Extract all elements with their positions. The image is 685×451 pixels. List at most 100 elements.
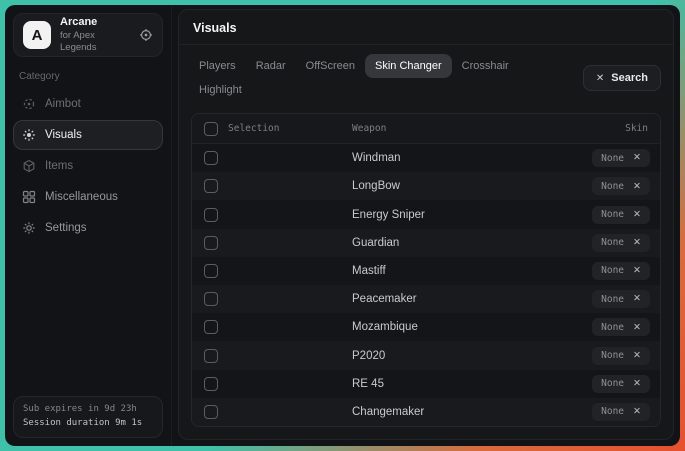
weapon-name: RE 45	[352, 378, 570, 390]
row-checkbox[interactable]	[204, 292, 218, 306]
row-checkbox[interactable]	[204, 236, 218, 250]
skin-value: None	[601, 153, 624, 164]
row-checkbox[interactable]	[204, 151, 218, 165]
weapon-name: Changemaker	[352, 406, 570, 418]
table-row-longbow[interactable]: LongBow None ✕	[192, 172, 660, 200]
clear-skin-icon[interactable]: ✕	[633, 210, 641, 220]
row-checkbox[interactable]	[204, 349, 218, 363]
skin-badge[interactable]: None ✕	[592, 149, 650, 167]
skin-value: None	[601, 265, 624, 276]
table-row-changemaker[interactable]: Changemaker None ✕	[192, 398, 660, 426]
brand-card: A Arcane for Apex Legends	[13, 13, 163, 57]
tab-bar: PlayersRadarOffScreenSkin ChangerCrossha…	[179, 45, 673, 111]
tab-radar[interactable]: Radar	[246, 54, 296, 78]
app-logo: A	[23, 21, 51, 49]
tab-skin-changer[interactable]: Skin Changer	[365, 54, 452, 78]
table-row-mozambique[interactable]: Mozambique None ✕	[192, 313, 660, 341]
tab-crosshair[interactable]: Crosshair	[452, 54, 519, 78]
clear-skin-icon[interactable]: ✕	[633, 153, 641, 163]
app-window: A Arcane for Apex Legends Category Aimbo…	[5, 5, 680, 446]
skin-badge[interactable]: None ✕	[592, 403, 650, 421]
select-all-checkbox[interactable]	[204, 122, 218, 136]
table-body: Windman None ✕ LongBow None ✕ Energy Sni…	[192, 144, 660, 426]
crosshair-icon	[22, 97, 36, 111]
app-title: Arcane	[60, 16, 130, 30]
settings-icon[interactable]	[139, 28, 153, 42]
eye-icon	[22, 128, 36, 142]
weapon-name: Peacemaker	[352, 293, 570, 305]
clear-skin-icon[interactable]: ✕	[633, 294, 641, 304]
skin-changer-table: Selection Weapon Skin Windman None ✕ Lon…	[191, 113, 661, 427]
row-checkbox[interactable]	[204, 264, 218, 278]
clear-skin-icon[interactable]: ✕	[633, 379, 641, 389]
skin-badge[interactable]: None ✕	[592, 318, 650, 336]
skin-value: None	[601, 406, 624, 417]
row-checkbox[interactable]	[204, 377, 218, 391]
sidebar-item-aimbot[interactable]: Aimbot	[13, 89, 163, 119]
skin-badge[interactable]: None ✕	[592, 375, 650, 393]
clear-skin-icon[interactable]: ✕	[633, 407, 641, 417]
weapon-name: Guardian	[352, 237, 570, 249]
skin-badge[interactable]: None ✕	[592, 177, 650, 195]
skin-badge[interactable]: None ✕	[592, 206, 650, 224]
skin-value: None	[601, 350, 624, 361]
skin-value: None	[601, 378, 624, 389]
sidebar-item-settings[interactable]: Settings	[13, 213, 163, 243]
skin-badge[interactable]: None ✕	[592, 262, 650, 280]
page-title: Visuals	[193, 21, 659, 35]
column-header-weapon: Weapon	[352, 123, 570, 134]
table-row-p2020[interactable]: P2020 None ✕	[192, 341, 660, 369]
tab-offscreen[interactable]: OffScreen	[296, 54, 365, 78]
skin-badge[interactable]: None ✕	[592, 347, 650, 365]
table-row-mastiff[interactable]: Mastiff None ✕	[192, 257, 660, 285]
row-checkbox[interactable]	[204, 405, 218, 419]
column-header-skin: Skin	[570, 123, 660, 134]
table-row-peacemaker[interactable]: Peacemaker None ✕	[192, 285, 660, 313]
table-header-row: Selection Weapon Skin	[192, 114, 660, 144]
skin-badge[interactable]: None ✕	[592, 234, 650, 252]
row-checkbox[interactable]	[204, 208, 218, 222]
weapon-name: Energy Sniper	[352, 209, 570, 221]
clear-skin-icon[interactable]: ✕	[633, 182, 641, 192]
clear-skin-icon[interactable]: ✕	[633, 238, 641, 248]
close-icon: ✕	[596, 73, 604, 84]
session-duration-text: Session duration 9m 1s	[23, 417, 153, 431]
tab-highlight[interactable]: Highlight	[189, 78, 252, 102]
app-subtitle: for Apex Legends	[60, 30, 130, 54]
weapon-name: Windman	[352, 152, 570, 164]
weapon-name: P2020	[352, 350, 570, 362]
weapon-name: LongBow	[352, 180, 570, 192]
sidebar-item-visuals[interactable]: Visuals	[13, 120, 163, 150]
cube-icon	[22, 159, 36, 173]
gear-icon	[22, 221, 36, 235]
sidebar-item-label: Miscellaneous	[45, 191, 118, 203]
skin-value: None	[601, 294, 624, 305]
search-button[interactable]: ✕ Search	[583, 65, 661, 91]
sidebar-nav: Aimbot Visuals Items Miscellaneous Setti…	[13, 88, 163, 244]
sidebar-section-label: Category	[19, 71, 163, 82]
weapon-name: Mozambique	[352, 321, 570, 333]
clear-skin-icon[interactable]: ✕	[633, 323, 641, 333]
sidebar: A Arcane for Apex Legends Category Aimbo…	[5, 5, 172, 446]
column-header-selection: Selection	[228, 123, 352, 134]
tab-players[interactable]: Players	[189, 54, 246, 78]
sidebar-item-items[interactable]: Items	[13, 151, 163, 181]
sidebar-item-label: Visuals	[45, 129, 82, 141]
table-row-guardian[interactable]: Guardian None ✕	[192, 229, 660, 257]
table-row-energy-sniper[interactable]: Energy Sniper None ✕	[192, 200, 660, 228]
grid-icon	[22, 190, 36, 204]
main-header: Visuals	[179, 10, 673, 45]
row-checkbox[interactable]	[204, 179, 218, 193]
row-checkbox[interactable]	[204, 320, 218, 334]
table-row-re-45[interactable]: RE 45 None ✕	[192, 370, 660, 398]
skin-value: None	[601, 181, 624, 192]
clear-skin-icon[interactable]: ✕	[633, 351, 641, 361]
clear-skin-icon[interactable]: ✕	[633, 266, 641, 276]
skin-badge[interactable]: None ✕	[592, 290, 650, 308]
main-panel: Visuals PlayersRadarOffScreenSkin Change…	[178, 9, 674, 440]
skin-value: None	[601, 237, 624, 248]
subscription-info: Sub expires in 9d 23h Session duration 9…	[13, 396, 163, 438]
sidebar-item-label: Aimbot	[45, 98, 81, 110]
sidebar-item-miscellaneous[interactable]: Miscellaneous	[13, 182, 163, 212]
table-row-windman[interactable]: Windman None ✕	[192, 144, 660, 172]
